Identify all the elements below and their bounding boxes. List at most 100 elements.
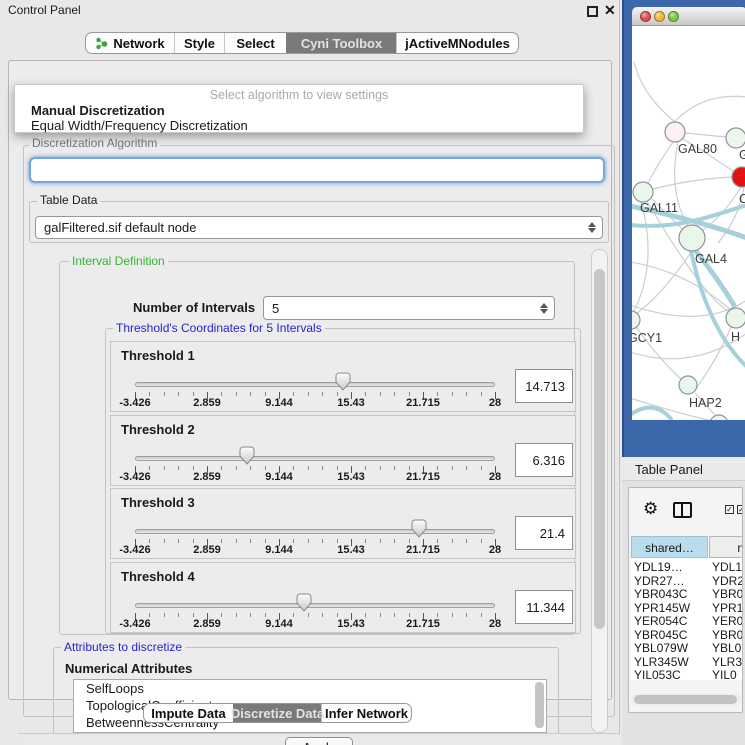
threshold-value-input[interactable]: 21.4 bbox=[515, 516, 573, 550]
slider-tick bbox=[164, 539, 165, 543]
slider-tick-label: 15.43 bbox=[337, 397, 365, 409]
slider-tick bbox=[308, 613, 309, 617]
slider-tick bbox=[178, 613, 179, 617]
network-node[interactable] bbox=[710, 415, 728, 420]
checkbox-icon[interactable]: ✓ bbox=[737, 505, 743, 514]
table-column-header[interactable]: shared… bbox=[631, 536, 708, 558]
number-of-intervals-label: Number of Intervals bbox=[133, 300, 255, 315]
thresholds-group-title: Threshold's Coordinates for 5 Intervals bbox=[113, 322, 325, 335]
number-of-intervals-combobox[interactable]: 5 bbox=[263, 296, 555, 320]
slider-tick bbox=[149, 539, 150, 543]
settings-gear-icon[interactable]: ⚙ bbox=[643, 500, 658, 517]
close-icon[interactable]: ✕ bbox=[604, 2, 616, 19]
threshold-slider-thumb[interactable] bbox=[411, 519, 427, 538]
table-cell[interactable]: YER0 bbox=[712, 615, 743, 629]
table-cell[interactable]: YLR3 bbox=[712, 656, 742, 670]
table-cell[interactable]: YBR0 bbox=[712, 588, 743, 602]
slider-tick bbox=[481, 613, 482, 617]
tab-style[interactable]: Style bbox=[174, 33, 224, 53]
threshold-slider-track[interactable] bbox=[135, 456, 495, 461]
threshold-slider-track[interactable] bbox=[135, 603, 495, 608]
table-cell[interactable]: YER054C bbox=[634, 615, 687, 629]
scrollbar-thumb[interactable] bbox=[634, 695, 737, 704]
network-node-gcy1[interactable] bbox=[632, 311, 640, 329]
table-cell[interactable]: YDL1 bbox=[712, 561, 742, 575]
table-data-combobox[interactable]: galFiltered.sif default node bbox=[35, 216, 603, 239]
algorithm-combobox[interactable] bbox=[29, 157, 605, 183]
threshold-slider-thumb[interactable] bbox=[335, 372, 351, 391]
float-window-icon[interactable] bbox=[587, 6, 598, 17]
tab-select[interactable]: Select bbox=[224, 33, 286, 53]
network-node-h[interactable] bbox=[726, 308, 745, 328]
network-canvas[interactable]: GAL80GACGAL11GAL4GCY1HHAP2 bbox=[632, 26, 745, 420]
slider-tick bbox=[164, 466, 165, 470]
settings-vertical-scrollbar[interactable] bbox=[591, 249, 608, 733]
slider-tick bbox=[193, 613, 194, 617]
table-cell[interactable]: YLR345W bbox=[634, 656, 689, 670]
table-cell[interactable]: YDR2 bbox=[712, 575, 743, 589]
slider-tick bbox=[437, 539, 438, 543]
tab-infer-network[interactable]: Infer Network bbox=[321, 704, 411, 722]
table-column-header[interactable]: na bbox=[709, 536, 743, 558]
interval-definition-group-title: Interval Definition bbox=[69, 255, 168, 268]
table-cell[interactable]: YBR0 bbox=[712, 629, 743, 643]
slider-tick bbox=[409, 539, 410, 543]
tab-discretize-data[interactable]: Discretize Data bbox=[233, 704, 321, 722]
table-cell[interactable]: YBL0 bbox=[712, 642, 741, 656]
table-cell[interactable]: YIL0 bbox=[712, 669, 737, 680]
threshold-value-input[interactable]: 14.713 bbox=[515, 369, 573, 403]
threshold-slider-track[interactable] bbox=[135, 529, 495, 534]
network-node-c[interactable] bbox=[732, 167, 745, 187]
table-horizontal-scrollbar[interactable] bbox=[631, 693, 742, 706]
settings-scroll-viewport: Interval Definition Number of Intervals … bbox=[24, 249, 590, 733]
slider-tick bbox=[466, 466, 467, 470]
slider-tick bbox=[437, 466, 438, 470]
slider-tick bbox=[437, 613, 438, 617]
table-cell[interactable]: YBR045C bbox=[634, 629, 687, 643]
table-cell[interactable]: YDL19… bbox=[634, 561, 683, 575]
tab-network[interactable]: Network bbox=[86, 33, 174, 53]
network-window-titlebar[interactable] bbox=[632, 7, 745, 26]
list-scrollbar-thumb[interactable] bbox=[535, 682, 544, 728]
table-cell[interactable]: YIL053C bbox=[634, 669, 681, 680]
threshold-slider-thumb[interactable] bbox=[296, 593, 312, 612]
split-columns-icon[interactable] bbox=[673, 502, 692, 518]
network-node-ga[interactable] bbox=[726, 128, 745, 148]
slider-tick bbox=[380, 613, 381, 617]
attribute-list-item[interactable]: SelfLoops bbox=[74, 680, 546, 697]
slider-tick bbox=[322, 392, 323, 396]
table-cell[interactable]: YDR27… bbox=[634, 575, 685, 589]
slider-tick bbox=[193, 539, 194, 543]
tab-impute-data[interactable]: Impute Data bbox=[144, 704, 233, 722]
network-edge bbox=[648, 142, 673, 183]
network-view-window: GAL80GACGAL11GAL4GCY1HHAP2 bbox=[632, 7, 745, 420]
slider-tick bbox=[221, 539, 222, 543]
tab-jactivemnodules[interactable]: jActiveMNodules bbox=[396, 33, 518, 53]
scrollbar-thumb[interactable] bbox=[594, 269, 605, 629]
close-traffic-light[interactable] bbox=[640, 11, 651, 22]
threshold-slider-thumb[interactable] bbox=[239, 446, 255, 465]
slider-tick-label: 2.859 bbox=[193, 618, 221, 630]
minimize-traffic-light[interactable] bbox=[654, 11, 665, 22]
table-cell[interactable]: YPR1 bbox=[712, 602, 743, 616]
table-cell[interactable]: YBR043C bbox=[634, 588, 687, 602]
network-node-gal80[interactable] bbox=[665, 122, 685, 142]
algorithm-option[interactable]: Manual Discretization bbox=[31, 103, 165, 118]
network-node-gal11[interactable] bbox=[633, 182, 653, 202]
threshold-value-input[interactable]: 11.344 bbox=[515, 590, 573, 624]
threshold-slider-track[interactable] bbox=[135, 382, 495, 387]
slider-tick bbox=[149, 466, 150, 470]
table-cell[interactable]: YBL079W bbox=[634, 642, 688, 656]
network-edge bbox=[653, 177, 732, 189]
algorithm-option[interactable]: Equal Width/Frequency Discretization bbox=[31, 118, 248, 133]
slider-tick bbox=[322, 466, 323, 470]
zoom-traffic-light[interactable] bbox=[668, 11, 679, 22]
network-node-gal4[interactable] bbox=[679, 225, 705, 251]
apply-button[interactable]: Apply bbox=[285, 737, 353, 745]
tab-cyni-toolbox[interactable]: Cyni Toolbox bbox=[286, 33, 396, 53]
threshold-value-input[interactable]: 6.316 bbox=[515, 443, 573, 477]
checkbox-icon[interactable]: ✓ bbox=[725, 505, 734, 514]
network-node-hap2[interactable] bbox=[679, 376, 697, 394]
network-edge bbox=[634, 202, 648, 311]
table-cell[interactable]: YPR145W bbox=[634, 602, 690, 616]
